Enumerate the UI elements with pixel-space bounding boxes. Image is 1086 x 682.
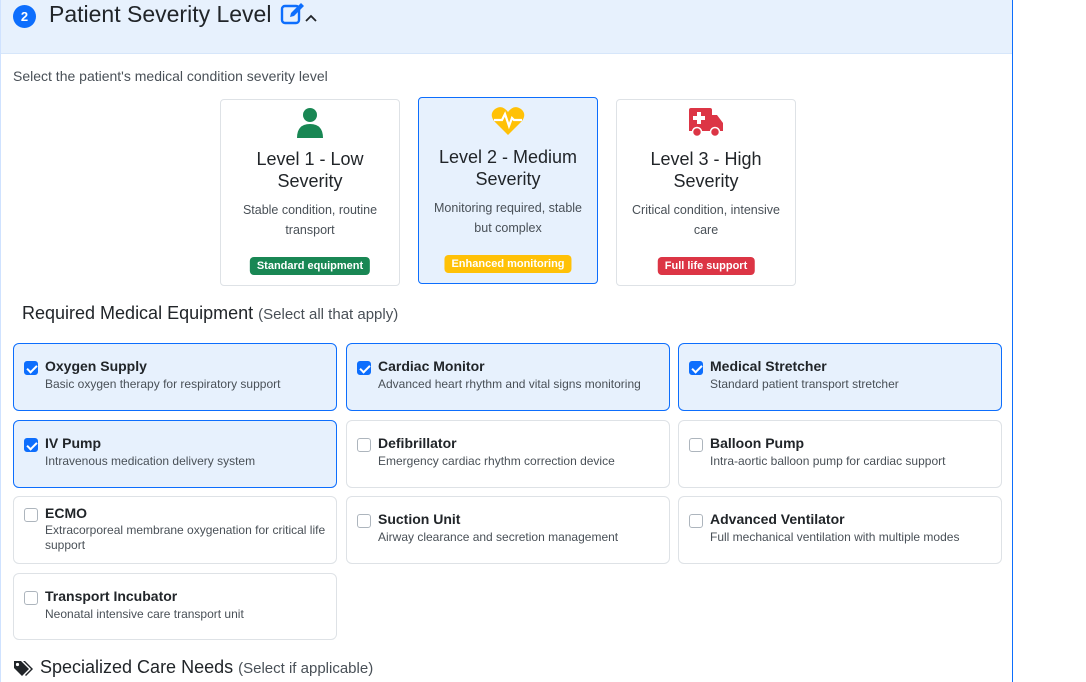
- equipment-cardiac-monitor[interactable]: Cardiac Monitor Advanced heart rhythm an…: [346, 343, 670, 411]
- specialized-care-title: Specialized Care Needs: [40, 657, 234, 677]
- equipment-iv-pump[interactable]: IV Pump Intravenous medication delivery …: [13, 420, 337, 488]
- equipment-name: ECMO: [45, 505, 87, 521]
- equipment-description: Standard patient transport stretcher: [710, 377, 899, 391]
- heartbeat-icon: [491, 107, 525, 135]
- tags-icon: [14, 661, 33, 676]
- chevron-up-icon[interactable]: [304, 12, 318, 24]
- equipment-description: Full mechanical ventilation with multipl…: [710, 530, 960, 544]
- edit-icon[interactable]: [280, 2, 306, 26]
- checkbox[interactable]: [689, 361, 703, 375]
- level-badge: Enhanced monitoring: [444, 255, 572, 273]
- equipment-transport-incubator[interactable]: Transport Incubator Neonatal intensive c…: [13, 573, 337, 640]
- severity-level-3-card[interactable]: Level 3 - High Severity Critical conditi…: [616, 99, 796, 286]
- equipment-name: Cardiac Monitor: [378, 358, 485, 374]
- ambulance-icon: [689, 108, 723, 138]
- level-description: Critical condition, intensive care: [632, 203, 780, 237]
- equipment-hint: (Select all that apply): [258, 306, 399, 323]
- equipment-name: Defibrillator: [378, 435, 457, 451]
- checkbox[interactable]: [689, 438, 703, 452]
- section-title: Patient Severity Level: [49, 1, 272, 27]
- equipment-name: Advanced Ventilator: [710, 511, 845, 527]
- equipment-name: Medical Stretcher: [710, 358, 827, 374]
- equipment-ecmo[interactable]: ECMO Extracorporeal membrane oxygenation…: [13, 496, 337, 564]
- checkbox[interactable]: [24, 591, 38, 605]
- specialized-care-hint: (Select if applicable): [238, 660, 374, 677]
- specialized-care-heading: Specialized Care Needs (Select if applic…: [40, 657, 373, 678]
- level-title: Level 1 - Low Severity: [256, 149, 364, 191]
- equipment-medical-stretcher[interactable]: Medical Stretcher Standard patient trans…: [678, 343, 1002, 411]
- checkbox[interactable]: [689, 514, 703, 528]
- equipment-title: Required Medical Equipment: [22, 303, 254, 323]
- equipment-balloon-pump[interactable]: Balloon Pump Intra-aortic balloon pump f…: [678, 420, 1002, 488]
- equipment-description: Emergency cardiac rhythm correction devi…: [378, 454, 615, 468]
- equipment-description: Intravenous medication delivery system: [45, 454, 256, 468]
- checkbox[interactable]: [357, 514, 371, 528]
- level-badge: Full life support: [657, 257, 755, 275]
- level-title: Level 3 - High Severity: [650, 149, 762, 191]
- equipment-description: Intra-aortic balloon pump for cardiac su…: [710, 454, 946, 468]
- equipment-description: Neonatal intensive care transport unit: [45, 607, 244, 621]
- severity-level-2-card[interactable]: Level 2 - Medium Severity Monitoring req…: [418, 97, 598, 284]
- severity-level-1-card[interactable]: Level 1 - Low Severity Stable condition,…: [220, 99, 400, 286]
- equipment-name: Oxygen Supply: [45, 358, 147, 374]
- equipment-suction-unit[interactable]: Suction Unit Airway clearance and secret…: [346, 496, 670, 564]
- checkbox[interactable]: [357, 438, 371, 452]
- checkbox[interactable]: [357, 361, 371, 375]
- equipment-description: Extracorporeal membrane oxygenation for …: [45, 523, 326, 552]
- level-description: Stable condition, routine transport: [242, 203, 378, 237]
- equipment-name: Suction Unit: [378, 511, 461, 527]
- equipment-name: IV Pump: [45, 435, 102, 451]
- severity-section: 2 Patient Severity Level Select the pati…: [0, 0, 1013, 682]
- equipment-description: Advanced heart rhythm and vital signs mo…: [378, 377, 641, 391]
- equipment-defibrillator[interactable]: Defibrillator Emergency cardiac rhythm c…: [346, 420, 670, 488]
- checkbox[interactable]: [24, 508, 38, 522]
- level-title: Level 2 - Medium Severity: [438, 147, 578, 189]
- equipment-heading: Required Medical Equipment (Select all t…: [22, 303, 398, 324]
- user-icon: [297, 108, 323, 138]
- equipment-name: Balloon Pump: [710, 435, 805, 451]
- checkbox[interactable]: [24, 438, 38, 452]
- section-header[interactable]: 2 Patient Severity Level: [1, 0, 1012, 54]
- checkbox[interactable]: [24, 361, 38, 375]
- section-subtitle: Select the patient's medical condition s…: [13, 68, 328, 84]
- equipment-description: Basic oxygen therapy for respiratory sup…: [45, 377, 281, 391]
- level-description: Monitoring required, stable but complex: [434, 201, 582, 235]
- equipment-description: Airway clearance and secretion managemen…: [378, 530, 619, 544]
- equipment-name: Transport Incubator: [45, 588, 178, 604]
- level-badge: Standard equipment: [249, 257, 371, 275]
- equipment-oxygen-supply[interactable]: Oxygen Supply Basic oxygen therapy for r…: [13, 343, 337, 411]
- step-number-badge: 2: [13, 5, 36, 28]
- equipment-advanced-ventilator[interactable]: Advanced Ventilator Full mechanical vent…: [678, 496, 1002, 564]
